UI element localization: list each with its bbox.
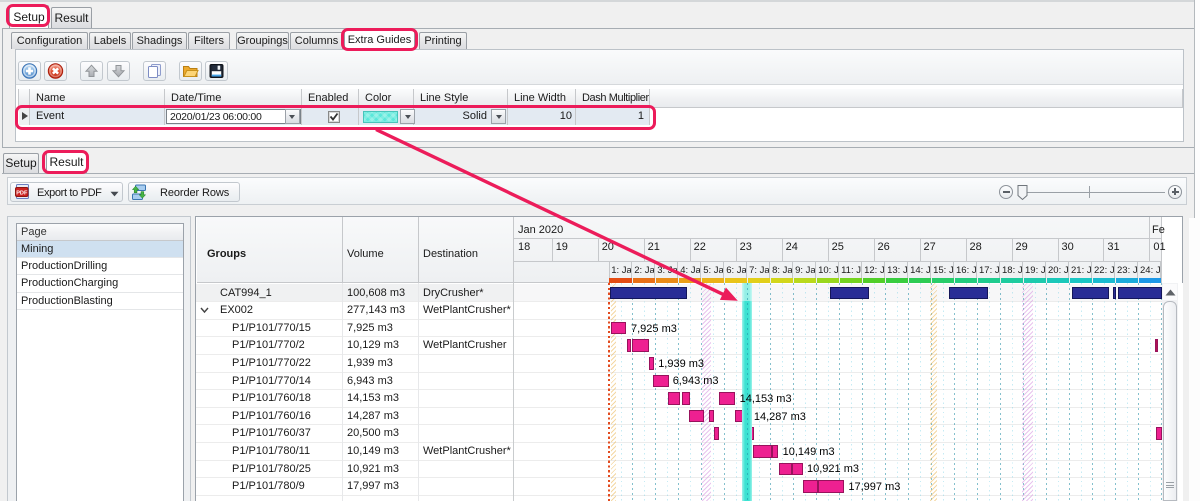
svg-text:PDF: PDF (16, 190, 28, 196)
